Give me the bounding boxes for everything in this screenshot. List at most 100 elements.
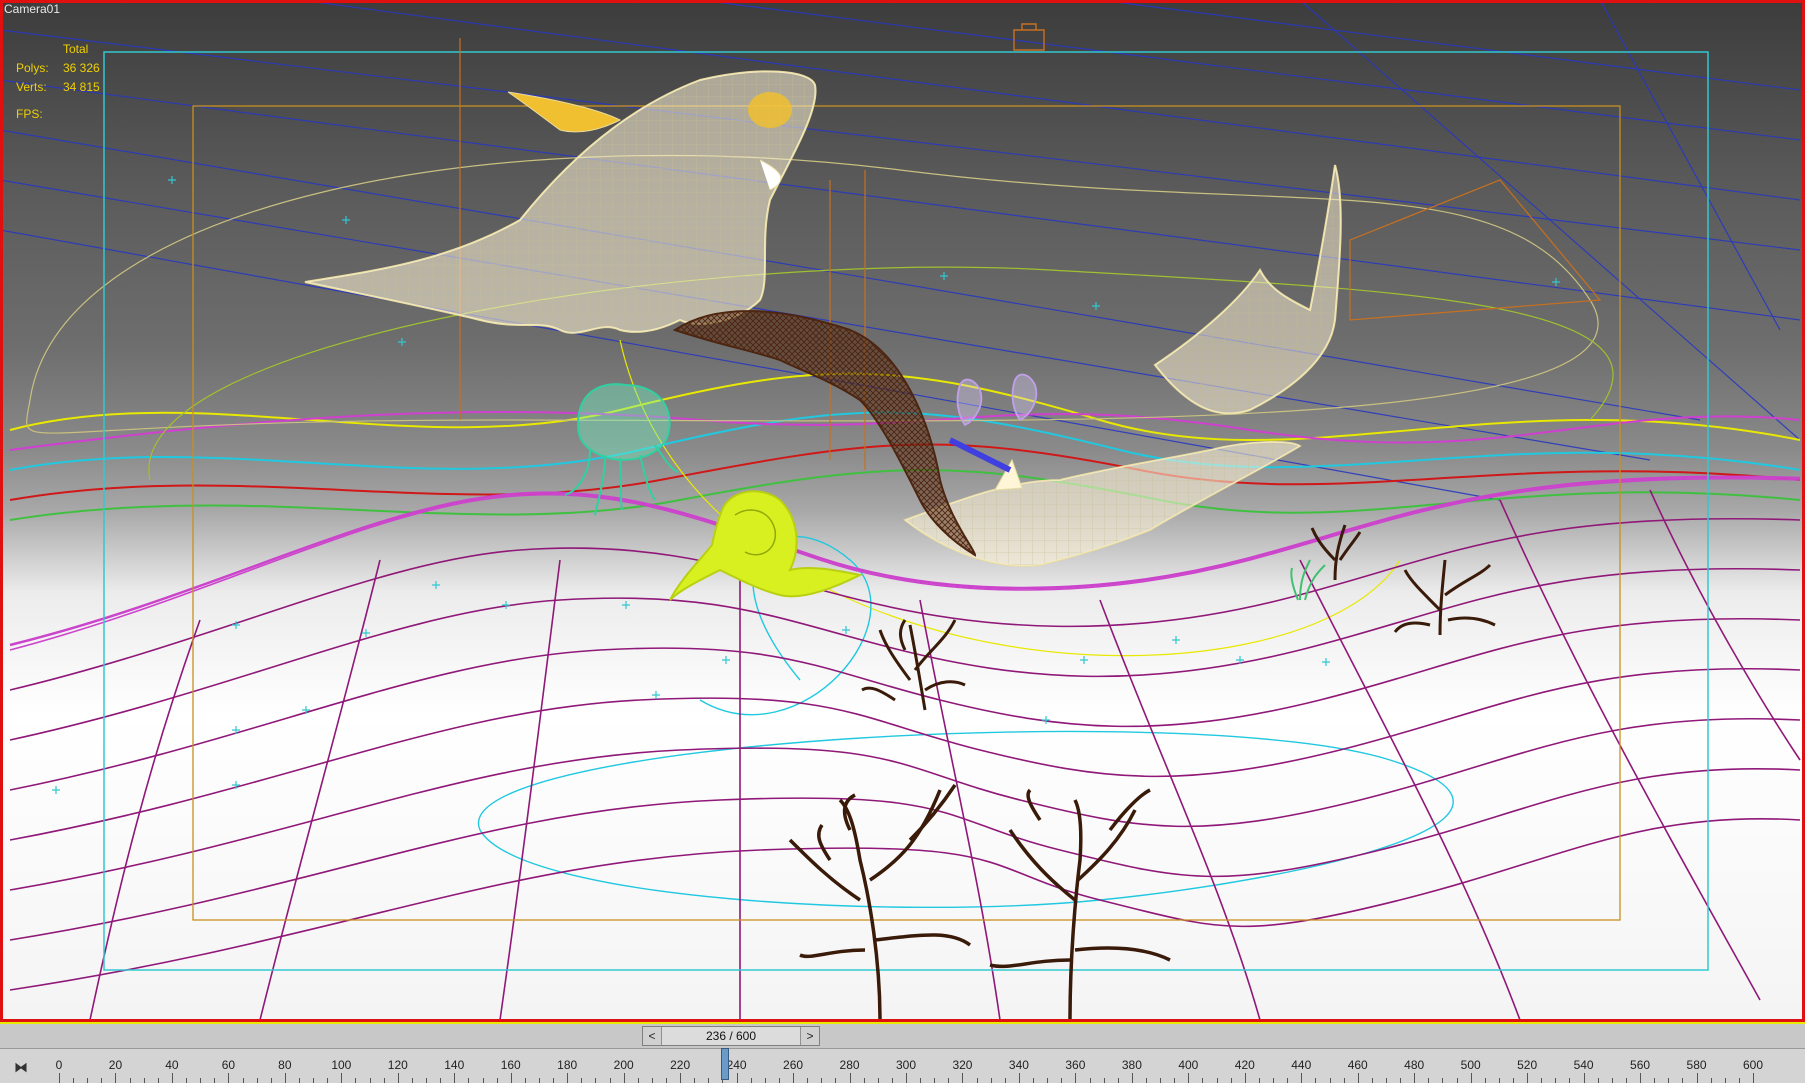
ruler-tick: [411, 1078, 413, 1083]
prev-frame-button[interactable]: <: [643, 1027, 662, 1045]
ruler-tick: [482, 1078, 484, 1083]
ruler-tick-label: 580: [1686, 1058, 1707, 1072]
ruler-tick: [821, 1078, 823, 1083]
ruler-tick: [143, 1078, 145, 1083]
ruler-tick: [242, 1078, 244, 1083]
ruler-tick: [369, 1078, 371, 1083]
next-frame-button[interactable]: >: [800, 1027, 819, 1045]
shark-large[interactable]: [304, 70, 817, 334]
camera-target-icon[interactable]: [1013, 23, 1045, 51]
seaweed[interactable]: [1290, 559, 1326, 601]
ruler-tick: [1498, 1078, 1500, 1083]
ruler-tick: [1089, 1078, 1091, 1083]
ruler-tick: [623, 1073, 625, 1083]
ruler-tick: [87, 1078, 89, 1083]
ruler-tick: [1682, 1078, 1684, 1083]
ruler-tick: [948, 1078, 950, 1083]
ruler-tick: [1273, 1078, 1275, 1083]
ruler-tick: [990, 1078, 992, 1083]
ruler-tick: [1145, 1078, 1147, 1083]
ruler-tick: [1428, 1078, 1430, 1083]
ruler-tick: [1357, 1073, 1359, 1083]
snail[interactable]: [669, 490, 864, 601]
ruler-tick: [1174, 1078, 1176, 1083]
ruler-tick-label: 460: [1347, 1058, 1368, 1072]
ruler-tick-label: 320: [952, 1058, 973, 1072]
ruler-tick: [1597, 1078, 1599, 1083]
ruler-tick: [680, 1073, 682, 1083]
ruler-tick: [793, 1073, 795, 1083]
ruler-tick: [1513, 1078, 1515, 1083]
ruler-tick: [1640, 1073, 1642, 1083]
ruler-tick: [1668, 1078, 1670, 1083]
ruler-tick: [129, 1078, 131, 1083]
ruler-tick: [708, 1078, 710, 1083]
ruler-tick: [595, 1078, 597, 1083]
camera-viewport[interactable]: Camera01 Total Polys: 36 326 Verts: 34 815…: [0, 0, 1805, 1022]
trajectory-splines: [9, 154, 1801, 909]
ruler-tick-label: 540: [1573, 1058, 1594, 1072]
polys-label: Polys:: [16, 61, 49, 75]
time-slider[interactable]: < 236 / 600 >: [642, 1026, 820, 1046]
ruler-tick: [1385, 1078, 1387, 1083]
ruler-tick: [298, 1078, 300, 1083]
ruler-tick: [1075, 1073, 1077, 1083]
track-bar[interactable]: ⧓ 0 20 40 60 80 100 120 140 160 180 200 220 240 260 28…: [0, 1048, 1805, 1083]
ruler-tick: [1738, 1078, 1740, 1083]
ruler-tick: [1654, 1078, 1656, 1083]
ruler-tick: [863, 1078, 865, 1083]
ruler-tick: [101, 1078, 103, 1083]
ruler-tick: [186, 1078, 188, 1083]
ruler-tick: [1569, 1078, 1571, 1083]
verts-value: 34 815: [63, 80, 100, 94]
ruler-tick-label: 0: [55, 1058, 63, 1072]
ruler-tick: [284, 1073, 286, 1083]
ruler-tick: [73, 1078, 75, 1083]
ruler-tick: [694, 1078, 696, 1083]
ruler-tick: [1611, 1078, 1613, 1083]
ruler-tick: [1329, 1078, 1331, 1083]
ruler-tick-label: 60: [221, 1058, 236, 1072]
ruler-tick-label: 40: [165, 1058, 179, 1072]
ruler-tick-label: 80: [278, 1058, 292, 1072]
ruler-tick: [750, 1078, 752, 1083]
ruler-tick: [496, 1078, 498, 1083]
ruler-tick: [553, 1078, 555, 1083]
ruler-tick: [454, 1073, 456, 1083]
ruler-tick: [976, 1078, 978, 1083]
ruler-tick: [934, 1078, 936, 1083]
ruler-tick-label: 400: [1178, 1058, 1199, 1072]
time-slider-thumb[interactable]: [721, 1048, 730, 1080]
ruler-tick: [313, 1078, 315, 1083]
ruler-tick: [877, 1078, 879, 1083]
viewport-label[interactable]: Camera01: [4, 2, 60, 16]
ruler-tick: [778, 1078, 780, 1083]
ruler-tick: [835, 1078, 837, 1083]
shark-right[interactable]: [1153, 164, 1342, 415]
ruler-tick: [1583, 1073, 1585, 1083]
ruler-tick: [1470, 1073, 1472, 1083]
frame-counter[interactable]: 236 / 600: [662, 1029, 800, 1043]
ruler-tick: [651, 1078, 653, 1083]
ruler-tick: [1696, 1073, 1698, 1083]
ruler-tick-label: 280: [839, 1058, 860, 1072]
time-slider-bar[interactable]: < 236 / 600 > ⧓ 0 20 40 60 80 100 120 140 160 180…: [0, 1022, 1805, 1083]
seabed-terrain: [9, 477, 1801, 1021]
ruler-tick-label: 380: [1121, 1058, 1142, 1072]
ruler-tick: [609, 1078, 611, 1083]
stats-header: Total: [63, 42, 89, 56]
ruler-tick: [440, 1078, 442, 1083]
verts-label: Verts:: [16, 80, 47, 94]
scene-canvas[interactable]: [0, 0, 1805, 1022]
ruler-tick-label: 220: [670, 1058, 691, 1072]
ruler-tick-label: 20: [108, 1058, 123, 1072]
coral-right[interactable]: [1310, 524, 1496, 636]
ruler-tick: [1555, 1078, 1557, 1083]
ruler-tick: [1753, 1073, 1754, 1083]
ruler-tick-label: 600: [1742, 1058, 1764, 1072]
curve-editor-icon[interactable]: ⧓: [10, 1057, 32, 1077]
coral-bottom-left[interactable]: [788, 784, 972, 1021]
ruler-tick: [920, 1078, 922, 1083]
ruler-tick-label: 240: [726, 1058, 747, 1072]
ruler-tick: [1258, 1078, 1260, 1083]
